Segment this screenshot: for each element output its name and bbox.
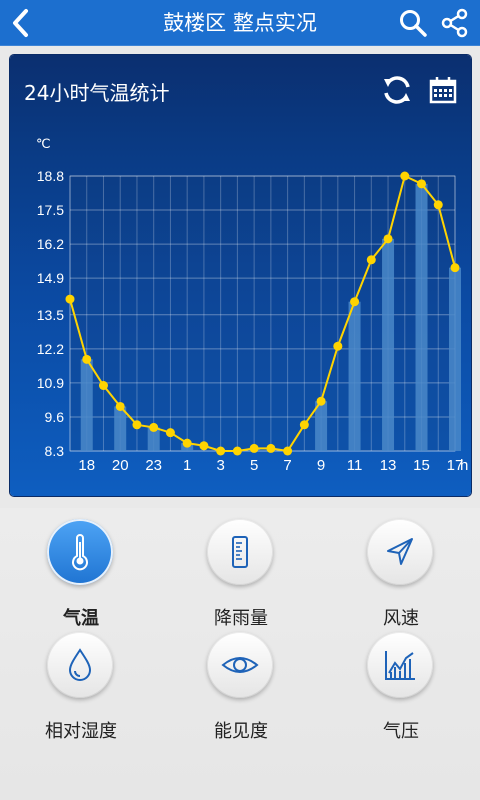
x-tick-label: 23 bbox=[145, 457, 162, 474]
temperature-point bbox=[216, 446, 226, 456]
y-tick-label: 13.5 bbox=[37, 307, 64, 323]
metric-pressure[interactable]: 气压 bbox=[336, 632, 466, 752]
metric-humidity[interactable]: 相对湿度 bbox=[16, 632, 146, 752]
metric-wind[interactable]: 风速 bbox=[336, 519, 466, 639]
plot-area bbox=[69, 175, 456, 452]
y-tick-label: 14.9 bbox=[37, 270, 64, 286]
chart-bar bbox=[80, 359, 93, 451]
visibility-label: 能见度 bbox=[214, 721, 268, 742]
temperature-point bbox=[266, 443, 276, 453]
eye-icon bbox=[221, 657, 259, 673]
temperature-point bbox=[232, 446, 242, 456]
refresh-icon[interactable] bbox=[380, 73, 414, 107]
y-axis-unit: ℃ bbox=[36, 136, 51, 151]
chart-bar bbox=[348, 301, 361, 451]
temperature-point bbox=[450, 263, 460, 273]
metric-visibility[interactable]: 能见度 bbox=[176, 632, 306, 752]
share-icon[interactable] bbox=[440, 8, 470, 38]
search-icon[interactable] bbox=[398, 8, 428, 38]
temperature-point bbox=[132, 420, 142, 430]
x-axis-unit: h bbox=[460, 457, 468, 474]
temperature-point bbox=[249, 443, 259, 453]
calendar-icon[interactable] bbox=[428, 75, 458, 105]
x-tick-label: 15 bbox=[413, 457, 430, 474]
temperature-point bbox=[400, 171, 410, 181]
pressure-chart-icon bbox=[385, 651, 415, 680]
chart-bar bbox=[382, 238, 395, 451]
thermometer-icon bbox=[72, 534, 88, 571]
temperature-chart: ℃ 8.3 9.6 10.9 12.2 13.5 14.9 16.2 17.5 18.8 18 2… bbox=[10, 128, 470, 490]
top-bar: 鼓楼区 整点实况 bbox=[0, 0, 480, 46]
x-tick-label: 13 bbox=[380, 457, 397, 474]
wind-button[interactable] bbox=[367, 519, 433, 585]
pressure-label: 气压 bbox=[383, 721, 419, 742]
metric-temperature[interactable]: 气温 bbox=[16, 519, 146, 639]
visibility-button[interactable] bbox=[207, 632, 273, 698]
rainfall-button[interactable] bbox=[207, 519, 273, 585]
chart-svg: ℃ 8.3 9.6 10.9 12.2 13.5 14.9 16.2 17.5 18.8 18 2… bbox=[36, 136, 468, 474]
temperature-point bbox=[366, 255, 376, 265]
chart-bar bbox=[449, 267, 461, 451]
temperature-point bbox=[417, 179, 427, 189]
y-tick-label: 17.5 bbox=[37, 202, 64, 218]
y-tick-label: 10.9 bbox=[37, 375, 64, 391]
x-tick-label: 9 bbox=[317, 457, 325, 474]
water-drop-icon bbox=[68, 648, 92, 681]
temperature-point bbox=[333, 341, 343, 351]
metric-selector: 气温 降雨量 风速 相对湿度 能见度 气压 bbox=[0, 508, 480, 800]
temperature-point bbox=[199, 441, 209, 451]
pressure-button[interactable] bbox=[367, 632, 433, 698]
humidity-button[interactable] bbox=[47, 632, 113, 698]
temperature-point bbox=[299, 420, 309, 430]
metric-rainfall[interactable]: 降雨量 bbox=[176, 519, 306, 639]
chart-bar bbox=[415, 183, 428, 451]
x-tick-label: 3 bbox=[216, 457, 224, 474]
temperature-point bbox=[433, 200, 443, 210]
x-tick-label: 5 bbox=[250, 457, 258, 474]
y-tick-label: 18.8 bbox=[37, 168, 64, 184]
wind-arrow-icon bbox=[387, 538, 413, 565]
temperature-point bbox=[350, 297, 360, 307]
x-axis: 18 20 23 1 3 5 7 9 11 13 15 17 bbox=[78, 457, 463, 474]
temperature-point bbox=[82, 354, 92, 364]
rain-gauge-icon bbox=[232, 536, 248, 568]
x-tick-label: 7 bbox=[283, 457, 291, 474]
chart-bar bbox=[114, 406, 127, 451]
wind-label: 风速 bbox=[383, 608, 419, 629]
temperature-point bbox=[316, 396, 326, 406]
temperature-point bbox=[283, 446, 293, 456]
panel-title: 24小时气温统计 bbox=[24, 81, 170, 105]
temperature-point bbox=[149, 422, 159, 432]
x-tick-label: 18 bbox=[78, 457, 95, 474]
rainfall-label: 降雨量 bbox=[214, 608, 268, 629]
temperature-point bbox=[182, 438, 192, 448]
y-tick-label: 9.6 bbox=[45, 409, 65, 425]
y-tick-label: 16.2 bbox=[37, 236, 64, 252]
temperature-point bbox=[383, 234, 393, 244]
temperature-point bbox=[115, 401, 125, 411]
chart-grid bbox=[69, 175, 456, 452]
y-tick-label: 12.2 bbox=[37, 341, 64, 357]
y-axis: 8.3 9.6 10.9 12.2 13.5 14.9 16.2 17.5 18.8 bbox=[37, 168, 64, 459]
x-tick-label: 1 bbox=[183, 457, 191, 474]
temperature-button[interactable] bbox=[47, 519, 113, 585]
x-tick-label: 20 bbox=[112, 457, 129, 474]
y-tick-label: 8.3 bbox=[45, 443, 65, 459]
x-tick-label: 11 bbox=[347, 457, 363, 474]
temperature-label: 气温 bbox=[63, 608, 99, 629]
humidity-label: 相对湿度 bbox=[45, 721, 117, 742]
temperature-point bbox=[98, 381, 108, 391]
temperature-point bbox=[65, 294, 75, 304]
temperature-point bbox=[165, 428, 175, 438]
